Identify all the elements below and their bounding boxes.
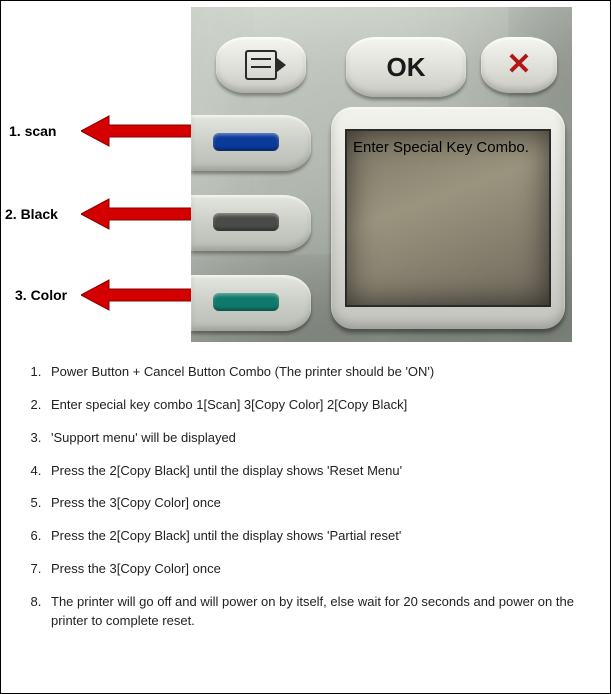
list-item: 'Support menu' will be displayed [45,429,596,462]
list-item: Power Button + Cancel Button Combo (The … [45,363,596,396]
lcd-text: Enter Special Key Combo. [353,139,529,156]
printer-lcd-screen: Enter Special Key Combo. [345,129,551,307]
printer-scan-button [191,115,311,171]
printer-photo: OK ✕ Enter Special Key Combo. [191,7,572,342]
ok-button-label: OK [387,52,426,83]
list-item: Press the 2[Copy Black] until the displa… [45,462,596,495]
cancel-x-icon: ✕ [506,50,531,80]
list-item: Enter special key combo 1[Scan] 3[Copy C… [45,396,596,429]
list-item: Press the 3[Copy Color] once [45,560,596,593]
instructions-list: Power Button + Cancel Button Combo (The … [21,363,596,645]
printer-lcd-bezel: Enter Special Key Combo. [331,107,565,329]
label-scan: 1. scan [9,123,56,139]
list-item: Press the 3[Copy Color] once [45,494,596,527]
printer-color-button [191,275,311,331]
printer-cancel-button: ✕ [481,37,557,93]
instructions: Power Button + Cancel Button Combo (The … [21,363,596,645]
printer-ok-button: OK [346,37,466,97]
printer-doc-button [216,37,306,93]
list-item: Press the 2[Copy Black] until the displa… [45,527,596,560]
document-icon [245,50,277,80]
list-item: The printer will go off and will power o… [45,593,596,645]
page: 1. scan 2. Black 3. Color OK ✕ [0,0,611,694]
printer-black-button [191,195,311,251]
label-color: 3. Color [15,287,67,303]
label-black: 2. Black [5,206,58,222]
